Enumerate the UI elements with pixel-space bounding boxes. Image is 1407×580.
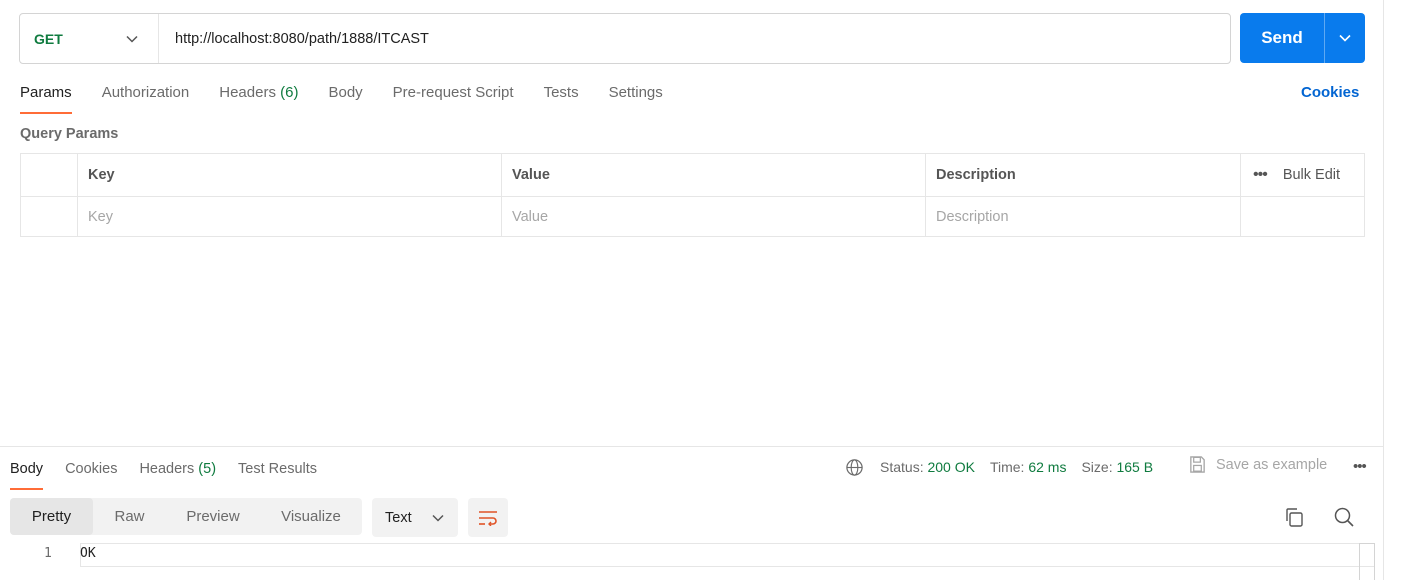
send-button-group: Send bbox=[1240, 13, 1365, 63]
view-mode-segmented-control: Pretty Raw Preview Visualize bbox=[10, 498, 362, 535]
more-options-icon[interactable]: ••• bbox=[1253, 166, 1268, 184]
headers-count: (6) bbox=[280, 84, 299, 101]
response-status-bar: Status: 200 OK Time: 62 ms Size: 165 B bbox=[845, 457, 1168, 477]
globe-icon[interactable] bbox=[845, 458, 864, 477]
row-checkbox-cell bbox=[21, 197, 78, 237]
view-mode-pretty[interactable]: Pretty bbox=[10, 498, 93, 535]
column-header-key: Key bbox=[78, 154, 502, 196]
tab-label: Tests bbox=[543, 84, 579, 101]
view-mode-raw[interactable]: Raw bbox=[93, 498, 166, 535]
query-params-table: Key Value Description ••• Bulk Edit Key … bbox=[20, 153, 1365, 237]
save-as-example-label: Save as example bbox=[1216, 456, 1328, 473]
method-label: GET bbox=[34, 30, 63, 47]
status-label: Status: bbox=[880, 459, 924, 475]
format-select[interactable]: Text bbox=[372, 498, 458, 537]
tab-pre-request-script[interactable]: Pre-request Script bbox=[393, 82, 514, 114]
copy-icon[interactable] bbox=[1284, 507, 1305, 528]
line-number: 1 bbox=[44, 546, 52, 561]
tab-label: Params bbox=[20, 84, 72, 101]
wrap-lines-icon bbox=[479, 510, 497, 526]
format-label: Text bbox=[385, 509, 412, 526]
tab-headers[interactable]: Headers (6) bbox=[219, 82, 298, 114]
bulk-edit-button[interactable]: Bulk Edit bbox=[1283, 167, 1340, 183]
size-value: 165 B bbox=[1116, 459, 1154, 475]
tab-authorization[interactable]: Authorization bbox=[102, 82, 190, 114]
time-value: 62 ms bbox=[1028, 459, 1067, 475]
table-row: Key Value Description bbox=[21, 196, 1364, 237]
value-input[interactable]: Value bbox=[502, 197, 926, 237]
response-divider[interactable] bbox=[0, 446, 1383, 447]
view-mode-preview[interactable]: Preview bbox=[166, 498, 260, 535]
save-icon bbox=[1190, 456, 1205, 473]
view-mode-visualize[interactable]: Visualize bbox=[260, 498, 362, 535]
table-header-row: Key Value Description ••• Bulk Edit bbox=[21, 154, 1364, 196]
save-as-example-button[interactable]: Save as example bbox=[1188, 455, 1327, 474]
column-header-description: Description bbox=[926, 154, 1241, 196]
tab-label: Test Results bbox=[238, 461, 318, 477]
key-input[interactable]: Key bbox=[78, 197, 502, 237]
table-actions: ••• Bulk Edit bbox=[1241, 154, 1364, 196]
right-panel-divider bbox=[1383, 0, 1384, 580]
tab-settings[interactable]: Settings bbox=[609, 82, 663, 114]
response-body-line: OK bbox=[80, 546, 96, 561]
wrap-lines-button[interactable] bbox=[468, 498, 508, 537]
column-header-value: Value bbox=[502, 154, 926, 196]
tab-label: Authorization bbox=[101, 84, 190, 101]
tab-label: Body bbox=[10, 461, 44, 477]
editor-scrollbar[interactable] bbox=[1359, 543, 1375, 580]
response-body-editor[interactable] bbox=[80, 543, 1375, 567]
request-tabs: Params Authorization Headers (6) Body Pr… bbox=[20, 82, 693, 114]
response-tab-cookies[interactable]: Cookies bbox=[65, 458, 117, 490]
response-more-options-icon[interactable]: ••• bbox=[1353, 458, 1367, 475]
response-tab-headers[interactable]: Headers (5) bbox=[139, 458, 216, 490]
method-select[interactable]: GET bbox=[20, 14, 159, 63]
size-indicator[interactable]: Size: 165 B bbox=[1081, 459, 1153, 475]
size-label: Size: bbox=[1081, 459, 1113, 475]
tab-params[interactable]: Params bbox=[20, 82, 72, 114]
tab-label: Headers bbox=[219, 84, 276, 101]
send-button[interactable]: Send bbox=[1240, 13, 1325, 63]
response-tab-test-results[interactable]: Test Results bbox=[238, 458, 317, 490]
chevron-down-icon bbox=[1339, 34, 1351, 42]
tab-label: Headers bbox=[139, 461, 195, 477]
chevron-down-icon bbox=[126, 35, 138, 43]
tab-body[interactable]: Body bbox=[328, 82, 362, 114]
tab-label: Body bbox=[328, 84, 363, 101]
tab-tests[interactable]: Tests bbox=[544, 82, 579, 114]
tab-label: Pre-request Script bbox=[392, 84, 514, 101]
time-label: Time: bbox=[989, 459, 1025, 475]
description-input[interactable]: Description bbox=[926, 197, 1241, 237]
time-indicator[interactable]: Time: 62 ms bbox=[990, 459, 1067, 475]
tab-label: Settings bbox=[608, 84, 663, 101]
response-headers-count: (5) bbox=[198, 461, 217, 477]
send-options-button[interactable] bbox=[1325, 13, 1365, 63]
chevron-down-icon bbox=[432, 514, 444, 522]
status-value: 200 OK bbox=[927, 459, 975, 475]
response-tab-body[interactable]: Body bbox=[10, 458, 44, 490]
cookies-link[interactable]: Cookies bbox=[1301, 84, 1359, 101]
url-input[interactable]: http://localhost:8080/path/1888/ITCAST bbox=[159, 31, 1230, 47]
search-icon[interactable] bbox=[1333, 506, 1355, 528]
status-indicator[interactable]: Status: 200 OK bbox=[880, 459, 975, 475]
url-bar: GET http://localhost:8080/path/1888/ITCA… bbox=[19, 13, 1231, 64]
checkbox-column-header bbox=[21, 154, 78, 196]
row-actions-cell bbox=[1241, 197, 1364, 237]
response-tabs: Body Cookies Headers (5) Test Results bbox=[10, 458, 339, 490]
tab-label: Cookies bbox=[65, 461, 118, 477]
query-params-title: Query Params bbox=[20, 126, 119, 142]
